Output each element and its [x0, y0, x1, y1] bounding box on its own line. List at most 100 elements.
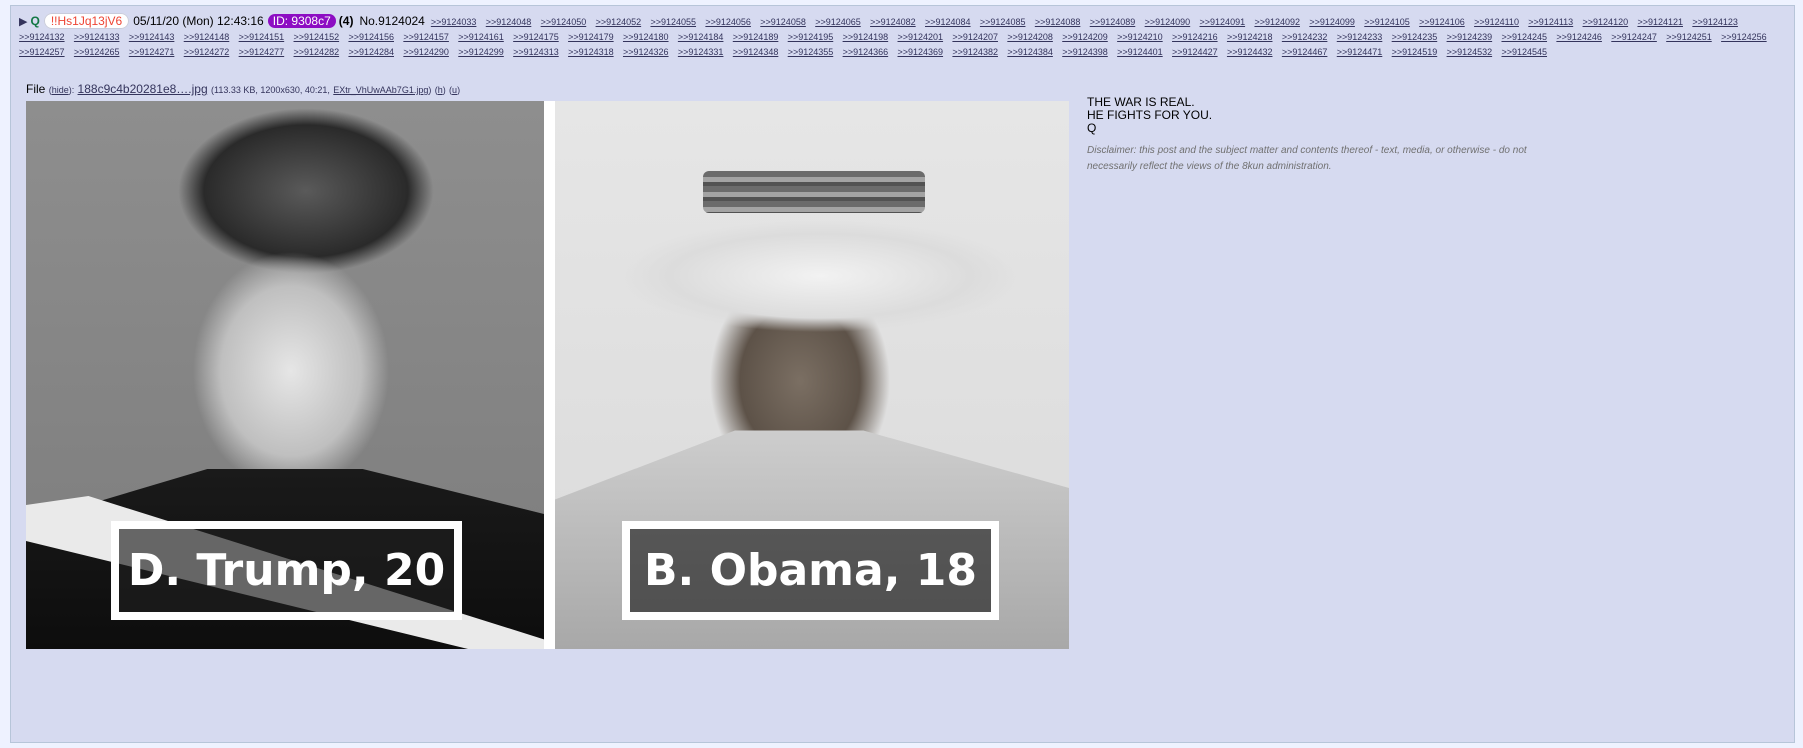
backlink[interactable]: >>9124058: [760, 17, 806, 27]
backlink[interactable]: >>9124284: [348, 47, 394, 57]
backlink[interactable]: >>9124282: [294, 47, 340, 57]
backlink[interactable]: >>9124106: [1419, 17, 1465, 27]
backlink[interactable]: >>9124123: [1692, 17, 1738, 27]
backlink[interactable]: >>9124246: [1556, 32, 1602, 42]
backlink[interactable]: >>9124271: [129, 47, 175, 57]
poster-id-badge[interactable]: ID: 9308c7: [267, 14, 336, 28]
backlink[interactable]: >>9124184: [678, 32, 724, 42]
backlink[interactable]: >>9124050: [541, 17, 587, 27]
backlink[interactable]: >>9124209: [1062, 32, 1108, 42]
file-hide-link[interactable]: hide: [52, 85, 69, 95]
backlink[interactable]: >>9124113: [1528, 17, 1573, 27]
backlink[interactable]: >>9124151: [239, 32, 285, 42]
backlink[interactable]: >>9124157: [403, 32, 449, 42]
backlink[interactable]: >>9124210: [1117, 32, 1163, 42]
post-number-link[interactable]: No.9124024: [359, 14, 424, 28]
backlink[interactable]: >>9124161: [458, 32, 504, 42]
backlink[interactable]: >>9124239: [1447, 32, 1493, 42]
backlink[interactable]: >>9124318: [568, 47, 614, 57]
backlink[interactable]: >>9124189: [733, 32, 779, 42]
backlink[interactable]: >>9124290: [403, 47, 449, 57]
backlink[interactable]: >>9124384: [1007, 47, 1053, 57]
backlink[interactable]: >>9124201: [898, 32, 944, 42]
backlink[interactable]: >>9124348: [733, 47, 779, 57]
backlink[interactable]: >>9124401: [1117, 47, 1163, 57]
backlink[interactable]: >>9124265: [74, 47, 120, 57]
backlink[interactable]: >>9124331: [678, 47, 724, 57]
backlink[interactable]: >>9124216: [1172, 32, 1218, 42]
backlink[interactable]: >>9124532: [1447, 47, 1493, 57]
backlink[interactable]: >>9124180: [623, 32, 669, 42]
backlink[interactable]: >>9124056: [705, 17, 751, 27]
poster-post-count: (4): [338, 14, 354, 28]
backlink[interactable]: >>9124085: [980, 17, 1026, 27]
backlink[interactable]: >>9124245: [1501, 32, 1547, 42]
backlink[interactable]: >>9124048: [486, 17, 532, 27]
backlink[interactable]: >>9124090: [1145, 17, 1191, 27]
backlink[interactable]: >>9124105: [1364, 17, 1410, 27]
backlink[interactable]: >>9124545: [1501, 47, 1547, 57]
backlink[interactable]: >>9124326: [623, 47, 669, 57]
backlink[interactable]: >>9124382: [952, 47, 998, 57]
backlink[interactable]: >>9124257: [19, 47, 65, 57]
backlink[interactable]: >>9124033: [431, 17, 477, 27]
backlink[interactable]: >>9124313: [513, 47, 559, 57]
backlink[interactable]: >>9124092: [1254, 17, 1300, 27]
backlink[interactable]: >>9124133: [74, 32, 120, 42]
file-u-link[interactable]: u: [452, 85, 457, 95]
backlink[interactable]: >>9124256: [1721, 32, 1767, 42]
backlink[interactable]: >>9124369: [898, 47, 944, 57]
backlink[interactable]: >>9124052: [596, 17, 642, 27]
backlink[interactable]: >>9124148: [184, 32, 230, 42]
backlink[interactable]: >>9124152: [294, 32, 340, 42]
image-divider: [544, 101, 555, 649]
backlink[interactable]: >>9124175: [513, 32, 559, 42]
backlink[interactable]: >>9124121: [1637, 17, 1683, 27]
backlink[interactable]: >>9124272: [184, 47, 230, 57]
backlink[interactable]: >>9124427: [1172, 47, 1218, 57]
backlink[interactable]: >>9124110: [1474, 17, 1519, 27]
backlink[interactable]: >>9124120: [1583, 17, 1629, 27]
backlink[interactable]: >>9124082: [870, 17, 916, 27]
backlink[interactable]: >>9124232: [1282, 32, 1328, 42]
backlink[interactable]: >>9124055: [650, 17, 696, 27]
backlink[interactable]: >>9124099: [1309, 17, 1355, 27]
post-message: THE WAR IS REAL. HE FIGHTS FOR YOU. Q Di…: [1087, 96, 1547, 175]
backlink[interactable]: >>9124088: [1035, 17, 1081, 27]
backlink[interactable]: >>9124198: [843, 32, 889, 42]
backlink[interactable]: >>9124084: [925, 17, 971, 27]
backlink[interactable]: >>9124247: [1611, 32, 1657, 42]
file-meta-close: ): [428, 85, 432, 95]
backlink[interactable]: >>9124089: [1090, 17, 1136, 27]
backlink[interactable]: >>9124208: [1007, 32, 1053, 42]
post-image[interactable]: D. Trump, 20 B. Obama, 18: [26, 101, 1069, 649]
backlink[interactable]: >>9124355: [788, 47, 834, 57]
backlink[interactable]: >>9124467: [1282, 47, 1328, 57]
backlink[interactable]: >>9124432: [1227, 47, 1273, 57]
backlink[interactable]: >>9124235: [1392, 32, 1438, 42]
backlink[interactable]: >>9124091: [1200, 17, 1246, 27]
backlink[interactable]: >>9124299: [458, 47, 504, 57]
backlink[interactable]: >>9124398: [1062, 47, 1108, 57]
backlink[interactable]: >>9124233: [1337, 32, 1383, 42]
file-h-link[interactable]: h: [438, 85, 443, 95]
backlink[interactable]: >>9124277: [239, 47, 285, 57]
backlink[interactable]: >>9124471: [1337, 47, 1383, 57]
backlink[interactable]: >>9124251: [1666, 32, 1712, 42]
backlink[interactable]: >>9124366: [843, 47, 889, 57]
backlink[interactable]: >>9124143: [129, 32, 175, 42]
backlink[interactable]: >>9124156: [348, 32, 394, 42]
backlink[interactable]: >>9124519: [1392, 47, 1438, 57]
post-menu-arrow-icon[interactable]: ▶: [19, 16, 27, 28]
file-meta: (113.33 KB, 1200x630, 40:21,: [211, 85, 330, 95]
backlink[interactable]: >>9124179: [568, 32, 614, 42]
right-photo-caption: B. Obama, 18: [622, 521, 999, 620]
backlink[interactable]: >>9124132: [19, 32, 65, 42]
backlink[interactable]: >>9124218: [1227, 32, 1273, 42]
file-original-name-link[interactable]: EXtr_VhUwAAb7G1.jpg: [333, 85, 428, 95]
backlink[interactable]: >>9124195: [788, 32, 834, 42]
backlink[interactable]: >>9124207: [952, 32, 998, 42]
backlink[interactable]: >>9124065: [815, 17, 861, 27]
file-name-link[interactable]: 188c9c4b20281e8….jpg: [78, 82, 208, 96]
post-header: ▶ Q !!Hs1Jq13jV6 05/11/20 (Mon) 12:43:16 ID:…: [19, 13, 1784, 59]
